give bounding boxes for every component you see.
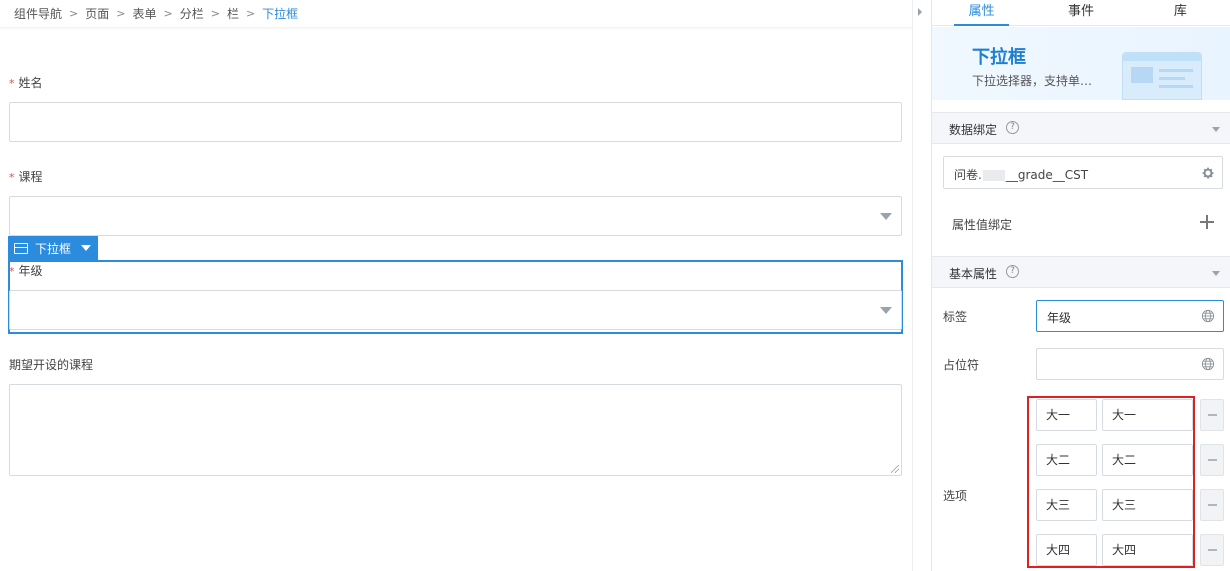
expect-textarea[interactable]	[9, 384, 902, 476]
globe-icon[interactable]	[1201, 357, 1215, 371]
grade-label-text: 年级	[18, 264, 43, 278]
globe-icon[interactable]	[1201, 309, 1215, 323]
course-field-label: * 课程	[9, 168, 43, 185]
grade-select[interactable]	[9, 290, 902, 330]
course-label-text: 课程	[18, 170, 43, 184]
data-binding-value: 问卷. __grade__CST	[954, 168, 1089, 182]
gear-icon[interactable]	[1201, 166, 1215, 180]
dropdown-component-icon	[14, 242, 28, 254]
grade-field-label: * 年级	[9, 262, 43, 279]
options-prop-label: 选项	[943, 489, 968, 503]
chevron-right-icon: >	[69, 6, 79, 20]
section-title: 基本属性	[949, 267, 998, 281]
breadcrumb-divider	[0, 27, 912, 30]
chevron-right-icon: >	[116, 6, 126, 20]
caret-down-icon	[81, 245, 92, 251]
chevron-right-icon: >	[163, 6, 173, 20]
breadcrumb-item[interactable]: 页面	[85, 5, 109, 22]
options-highlight-box	[1027, 396, 1195, 568]
attr-binding-label: 属性值绑定	[952, 218, 1013, 232]
panel-tabs: 属性 事件 库	[932, 0, 1230, 26]
remove-option-button[interactable]	[1200, 444, 1224, 476]
required-mark: *	[9, 265, 15, 278]
help-icon[interactable]: ?	[1006, 265, 1019, 278]
tab-events[interactable]: 事件	[1031, 0, 1130, 25]
design-canvas: 组件导航 > 页面 > 表单 > 分栏 > 栏 > 下拉框 *姓名 *课程	[0, 0, 912, 571]
tab-library[interactable]: 库	[1131, 0, 1230, 25]
chevron-right-icon: >	[245, 6, 256, 20]
name-field-label: * 姓名	[9, 74, 43, 91]
breadcrumb-item[interactable]: 栏	[227, 5, 239, 22]
breadcrumb-current: 下拉框	[262, 6, 299, 21]
placeholder-prop-label: 占位符	[943, 358, 980, 372]
name-input[interactable]	[9, 102, 902, 142]
section-title: 数据绑定	[949, 123, 998, 137]
component-type-tag[interactable]: 下拉框	[8, 236, 98, 260]
banner-desc: 下拉选择器，支持单…	[972, 74, 1093, 88]
property-panel: 属性 事件 库 下拉框 下拉选择器，支持单… 数据绑定 ? 问卷. __grade…	[932, 0, 1230, 571]
data-binding-section-header[interactable]: 数据绑定 ?	[932, 112, 1230, 144]
data-binding-field[interactable]: 问卷. __grade__CST	[943, 156, 1223, 189]
caret-down-icon	[880, 213, 892, 220]
breadcrumb-item[interactable]: 分栏	[180, 5, 204, 22]
name-label-text: 姓名	[18, 76, 43, 90]
breadcrumb: 组件导航 > 页面 > 表单 > 分栏 > 栏 > 下拉框	[14, 4, 298, 22]
required-mark: *	[9, 171, 15, 184]
banner-title: 下拉框	[972, 47, 1026, 68]
remove-option-button[interactable]	[1200, 534, 1224, 566]
label-prop-label: 标签	[943, 310, 968, 324]
chevron-right-icon: >	[210, 6, 220, 20]
tab-properties[interactable]: 属性	[932, 0, 1031, 26]
expect-field-label: 期望开设的课程	[9, 358, 94, 372]
label-input[interactable]: 年级	[1036, 300, 1224, 332]
required-mark: *	[9, 77, 15, 90]
component-banner: 下拉框 下拉选择器，支持单…	[932, 27, 1230, 100]
panel-collapse-bar[interactable]	[912, 0, 932, 571]
caret-down-icon	[880, 307, 892, 314]
label-input-value: 年级	[1047, 311, 1072, 325]
breadcrumb-item[interactable]: 组件导航	[14, 5, 62, 22]
component-tag-label: 下拉框	[35, 241, 72, 256]
breadcrumb-item[interactable]: 表单	[132, 5, 156, 22]
app-root: 组件导航 > 页面 > 表单 > 分栏 > 栏 > 下拉框 *姓名 *课程	[0, 0, 1230, 571]
placeholder-input[interactable]	[1036, 348, 1224, 380]
basic-props-section-header[interactable]: 基本属性 ?	[932, 256, 1230, 288]
resize-handle-icon[interactable]	[891, 465, 899, 473]
component-illustration-icon	[1122, 52, 1202, 100]
course-select[interactable]	[9, 196, 902, 236]
add-icon[interactable]	[1200, 215, 1214, 229]
remove-option-button[interactable]	[1200, 399, 1224, 431]
caret-down-icon[interactable]	[1212, 271, 1220, 276]
caret-down-icon[interactable]	[1212, 127, 1220, 132]
help-icon[interactable]: ?	[1006, 121, 1019, 134]
chevron-right-icon[interactable]	[918, 8, 922, 16]
remove-option-button[interactable]	[1200, 489, 1224, 521]
